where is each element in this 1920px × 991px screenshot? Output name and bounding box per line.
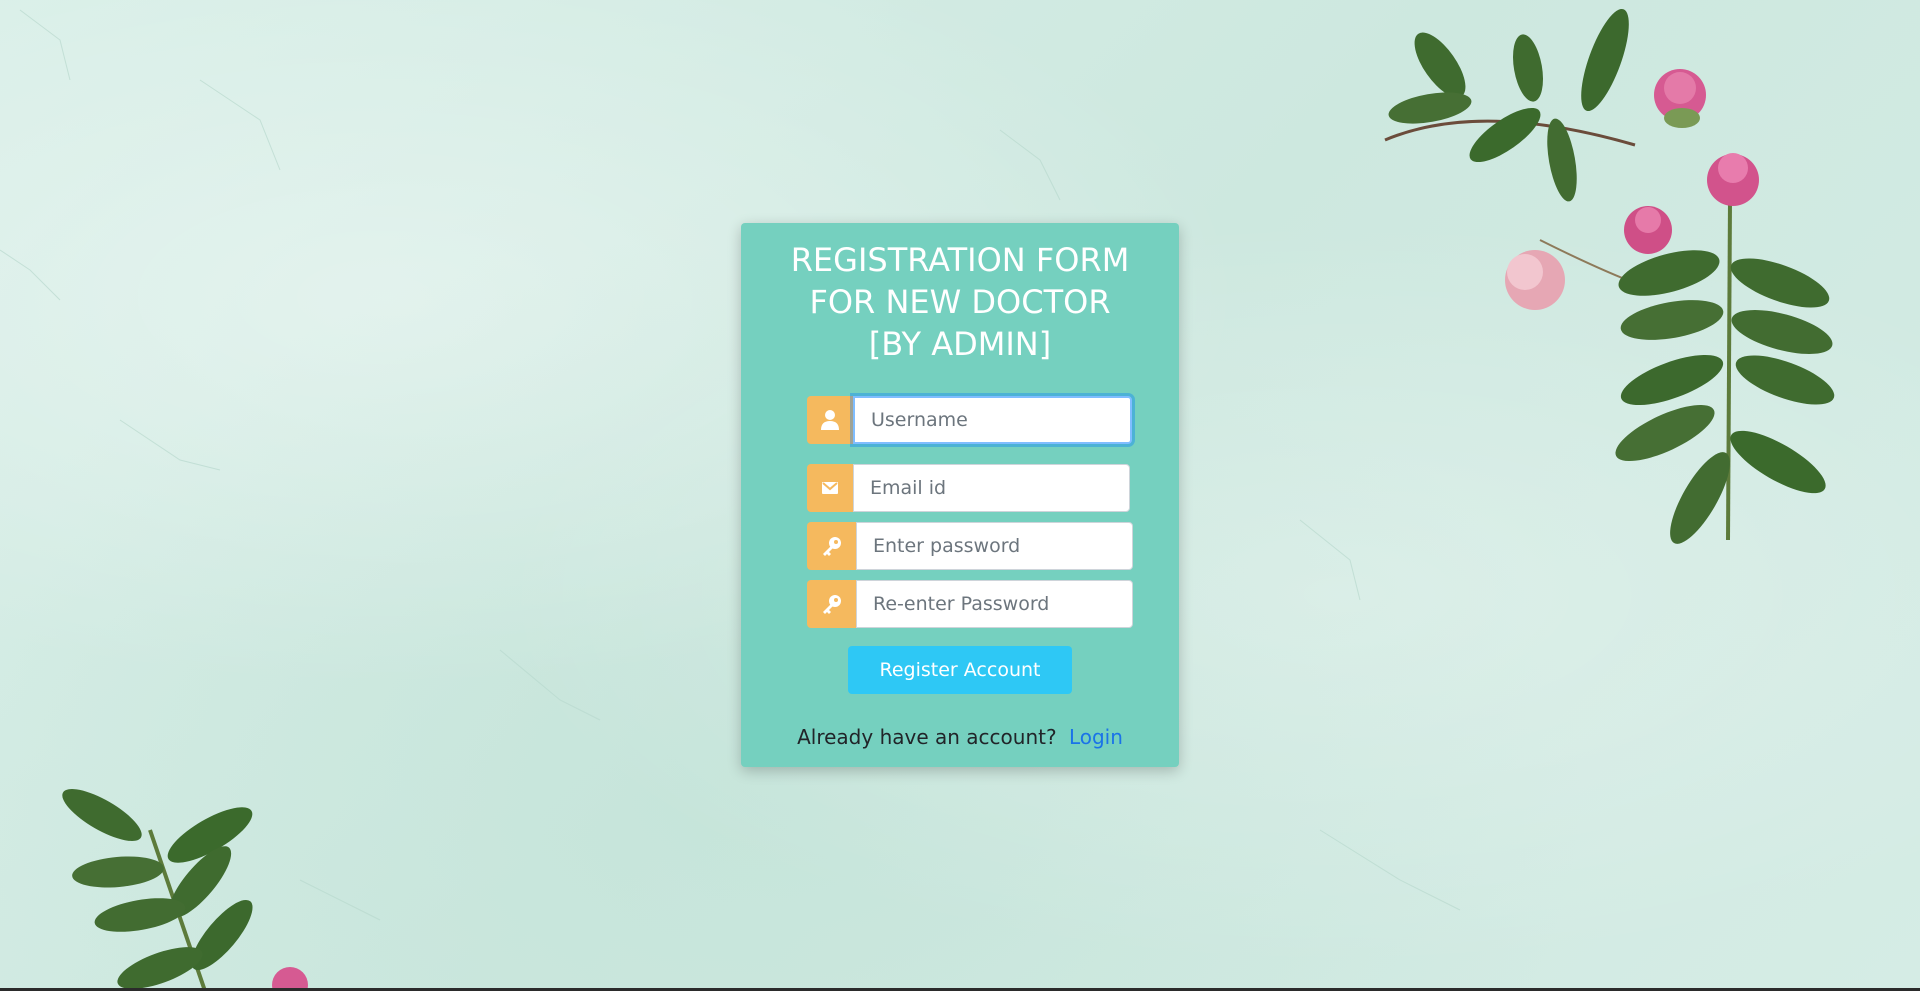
login-prompt: Already have an account? Login bbox=[741, 725, 1179, 749]
email-input[interactable] bbox=[853, 464, 1130, 512]
login-prompt-text: Already have an account? bbox=[797, 725, 1057, 749]
registration-card: REGISTRATION FORM FOR NEW DOCTOR [BY ADM… bbox=[741, 223, 1179, 767]
envelope-icon bbox=[807, 464, 853, 512]
confirm-password-field-group bbox=[807, 580, 1133, 628]
key-icon bbox=[807, 522, 856, 570]
username-field-group bbox=[807, 396, 1132, 444]
confirm-password-input[interactable] bbox=[856, 580, 1133, 628]
user-icon bbox=[807, 396, 853, 444]
email-field-group bbox=[807, 464, 1130, 512]
password-field-group bbox=[807, 522, 1133, 570]
username-input[interactable] bbox=[853, 396, 1132, 444]
form-title: REGISTRATION FORM FOR NEW DOCTOR [BY ADM… bbox=[790, 241, 1130, 363]
key-icon bbox=[807, 580, 856, 628]
password-input[interactable] bbox=[856, 522, 1133, 570]
login-link[interactable]: Login bbox=[1069, 725, 1123, 749]
register-account-button[interactable]: Register Account bbox=[848, 646, 1072, 694]
